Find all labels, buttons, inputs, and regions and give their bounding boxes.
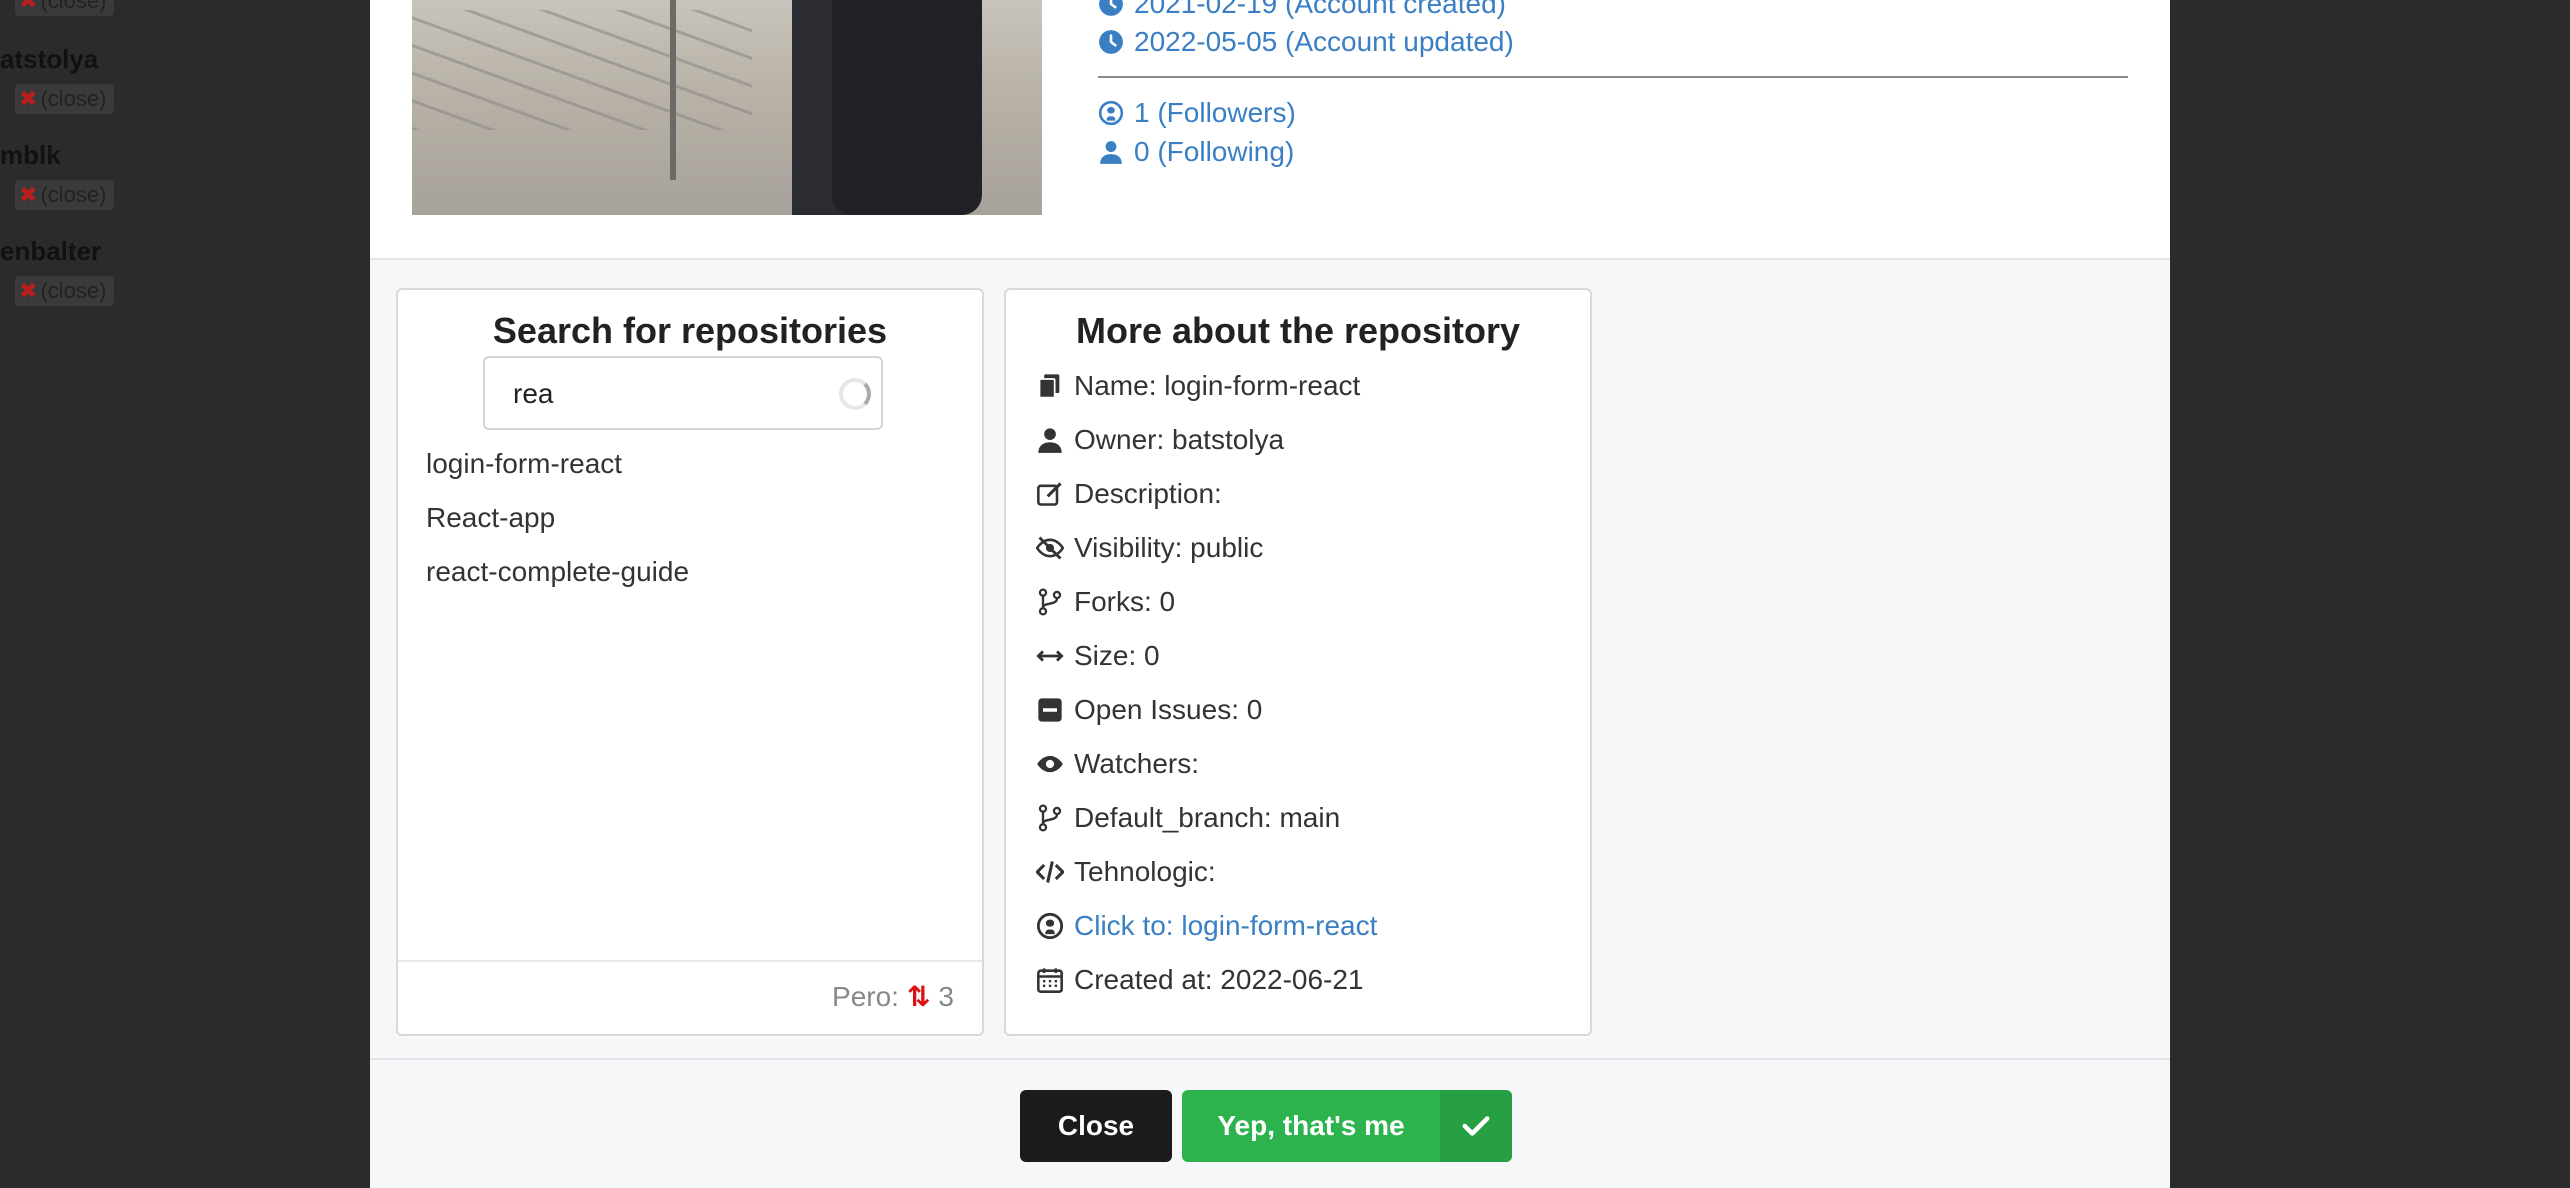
clock-icon xyxy=(1099,0,1123,16)
card-title: Search for repositories xyxy=(492,310,888,351)
close-x-icon: ✖ xyxy=(19,0,38,13)
search-query: rea xyxy=(513,378,554,409)
code-icon xyxy=(1036,861,1064,883)
check-icon xyxy=(1440,1090,1512,1162)
minus-square-icon xyxy=(1038,698,1062,722)
profile-header: 2021-02-19 (Account created) 2022-05-05 … xyxy=(370,0,2170,260)
detail-technologic: Tehnologic: xyxy=(1036,856,1216,888)
search-card-footer: Pero: ⇅ 3 xyxy=(398,960,982,1034)
detail-name: Name: login-form-react xyxy=(1036,370,1360,402)
confirm-label: Yep, that's me xyxy=(1217,1110,1405,1141)
user-icon xyxy=(1038,428,1062,453)
code-branch-icon xyxy=(1038,804,1062,832)
user-name: atstolya xyxy=(0,44,99,74)
close-tag[interactable]: ✖ (close) xyxy=(15,0,115,16)
detail-watchers: Watchers: xyxy=(1036,748,1199,780)
close-x-icon: ✖ xyxy=(19,182,38,207)
detail-owner: Owner: batstolya xyxy=(1036,424,1284,456)
user-icon xyxy=(1100,141,1122,164)
account-updated: 2022-05-05 (Account updated) xyxy=(1098,26,1514,58)
divider xyxy=(1098,76,2128,78)
code-branch-icon xyxy=(1038,588,1062,616)
close-tag[interactable]: ✖ (close) xyxy=(15,180,115,210)
calendar-icon xyxy=(1037,968,1063,993)
arrows-horizontal-icon xyxy=(1036,650,1064,662)
loading-spinner-icon xyxy=(839,378,871,410)
profile-modal: 2021-02-19 (Account created) 2022-05-05 … xyxy=(370,0,2170,1188)
repo-result-item[interactable]: react-complete-guide xyxy=(426,556,689,588)
user-name: enbalter xyxy=(0,236,102,266)
close-x-icon: ✖ xyxy=(19,86,38,111)
detail-size: Size: 0 xyxy=(1036,640,1160,672)
detail-default-branch: Default_branch: main xyxy=(1036,802,1340,834)
copy-icon xyxy=(1038,374,1060,399)
github-icon xyxy=(1036,912,1064,940)
card-title: More about the repository xyxy=(1075,310,1521,351)
github-icon xyxy=(1098,100,1124,126)
detail-created-at: Created at: 2022-06-21 xyxy=(1036,964,1364,996)
edit-icon xyxy=(1037,482,1062,506)
repo-search-input[interactable]: rea xyxy=(483,356,883,430)
account-created: 2021-02-19 (Account created) xyxy=(1098,0,1506,20)
close-tag[interactable]: ✖ (close) xyxy=(15,84,115,114)
repository-details-card: More about the repository Name: login-fo… xyxy=(1004,288,1592,1036)
detail-forks: Forks: 0 xyxy=(1036,586,1175,618)
repo-result-item[interactable]: login-form-react xyxy=(426,448,622,480)
repo-result-item[interactable]: React-app xyxy=(426,502,555,534)
user-name: mblk xyxy=(0,140,61,170)
detail-open-issues: Open Issues: 0 xyxy=(1036,694,1262,726)
eye-icon xyxy=(1037,755,1063,773)
close-tag[interactable]: ✖ (close) xyxy=(15,276,115,306)
repo-link[interactable]: Click to: login-form-react xyxy=(1036,910,1377,942)
modal-footer: Close Yep, that's me xyxy=(370,1058,2170,1188)
profile-photo xyxy=(412,0,1042,215)
pagination: Pero: ⇅ 3 xyxy=(832,980,954,1013)
detail-description: Description: xyxy=(1036,478,1222,510)
close-button[interactable]: Close xyxy=(1020,1090,1172,1162)
following[interactable]: 0 (Following) xyxy=(1098,136,1294,168)
followers[interactable]: 1 (Followers) xyxy=(1098,97,1296,129)
clock-icon xyxy=(1099,30,1123,54)
detail-visibility: Visibility: public xyxy=(1036,532,1263,564)
search-repositories-card: Search for repositories rea login-form-r… xyxy=(396,288,984,1036)
confirm-button[interactable]: Yep, that's me xyxy=(1182,1090,1512,1162)
sort-icon[interactable]: ⇅ xyxy=(907,980,930,1013)
close-x-icon: ✖ xyxy=(19,278,38,303)
eye-slash-icon xyxy=(1036,536,1064,560)
